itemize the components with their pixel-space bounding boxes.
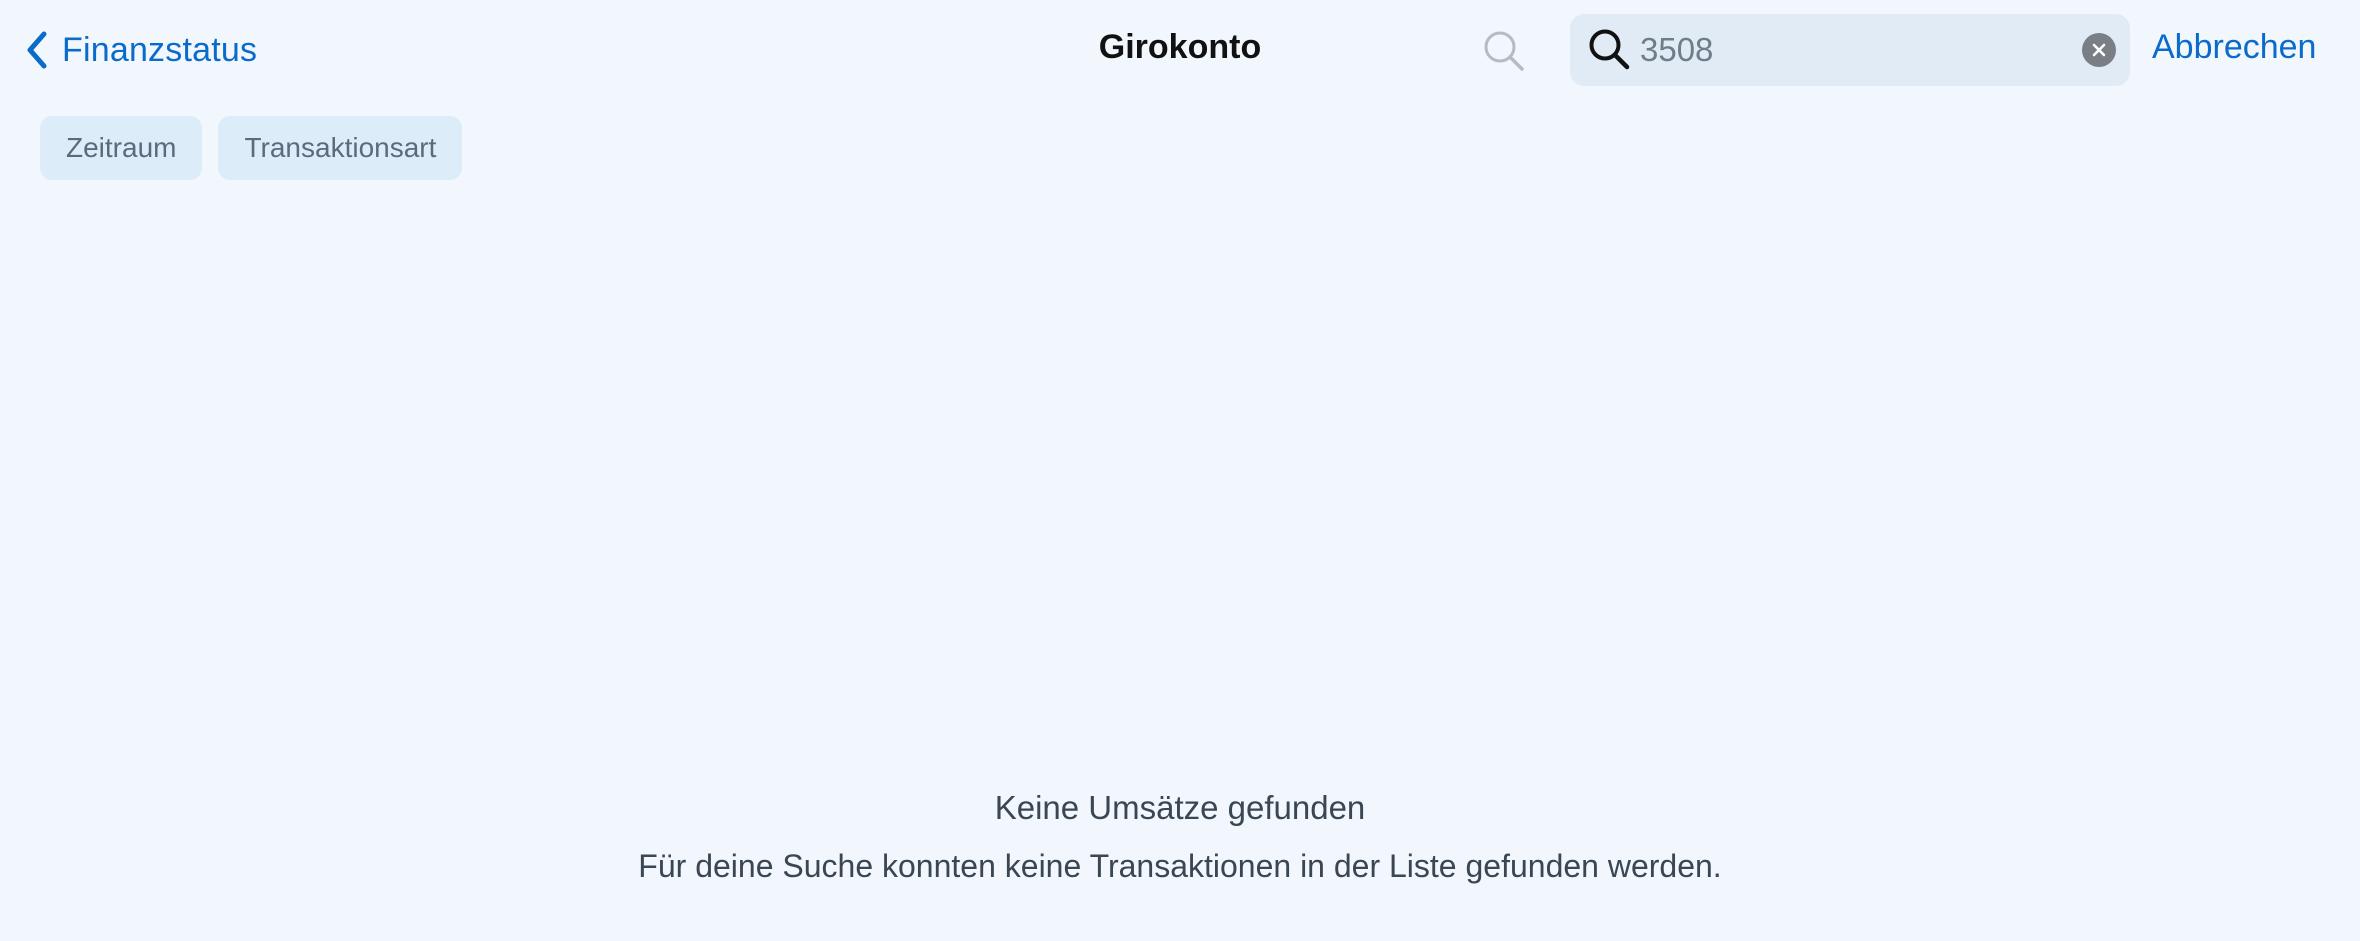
empty-state: Keine Umsätze gefunden Für deine Suche k… (0, 784, 2360, 890)
empty-state-message: Für deine Suche konnten keine Transaktio… (638, 848, 1722, 884)
search-icon (1589, 29, 1630, 70)
empty-state-title: Keine Umsätze gefunden (994, 789, 1366, 826)
page-title: Girokonto (1098, 28, 1262, 66)
filter-chip-transaktionsart[interactable]: Transaktionsart (218, 116, 463, 180)
top-navigation-bar: Finanzstatus Girokonto Abbrechen (0, 0, 2360, 100)
filter-chip-zeitraum[interactable]: Zeitraum (40, 116, 203, 180)
search-input[interactable] (1640, 28, 2040, 72)
search-field[interactable] (1570, 14, 2130, 86)
search-icon[interactable] (1480, 27, 1528, 75)
filter-chips: Zeitraum Transaktionsart (40, 116, 463, 180)
clear-search-button[interactable] (2082, 33, 2116, 67)
close-icon (2092, 43, 2106, 57)
cancel-button[interactable]: Abbrechen (2152, 28, 2316, 67)
